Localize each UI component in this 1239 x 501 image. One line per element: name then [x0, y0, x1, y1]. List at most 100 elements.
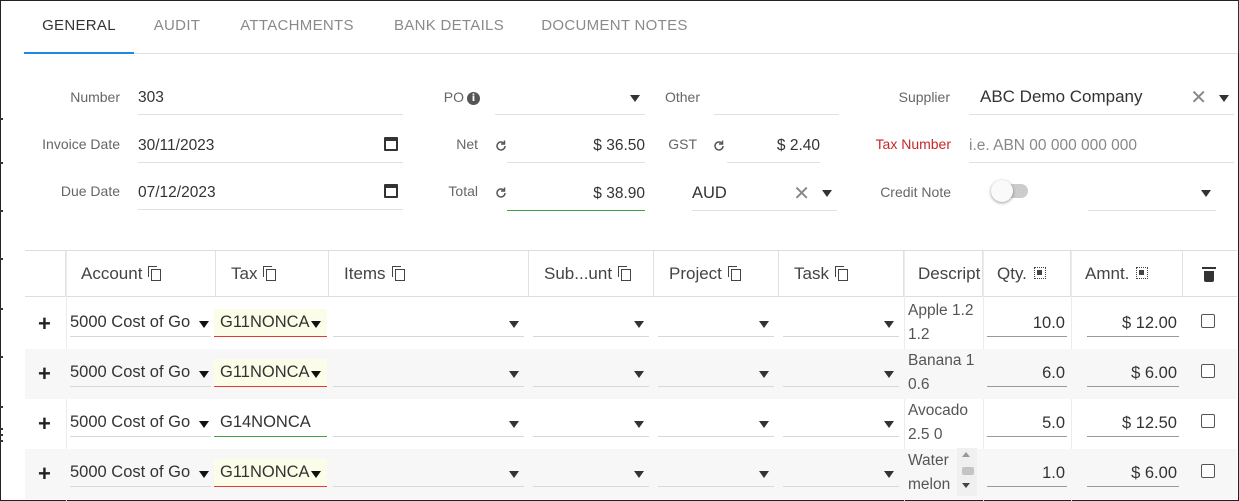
chevron-down-icon[interactable] — [822, 190, 832, 197]
chevron-down-icon[interactable] — [509, 371, 519, 378]
description-cell[interactable]: Apple 1.2 1.2 — [908, 299, 980, 347]
net-field[interactable]: $ 36.50 — [507, 127, 645, 163]
account-select[interactable]: 5000 Cost of Go — [70, 309, 211, 337]
row-checkbox[interactable] — [1201, 414, 1215, 428]
description-cell[interactable]: Avocado 2.5 0 — [908, 399, 980, 447]
tax-select[interactable]: G11NONCA — [214, 359, 327, 387]
chevron-down-icon[interactable] — [634, 471, 644, 478]
total-field[interactable]: $ 38.90 — [507, 175, 645, 211]
scroll-thumb[interactable] — [962, 467, 974, 475]
header-items[interactable]: Items — [329, 251, 529, 297]
chevron-down-icon[interactable] — [311, 371, 321, 378]
copy-icon[interactable] — [148, 266, 162, 281]
chevron-down-icon[interactable] — [759, 471, 769, 478]
chevron-down-icon[interactable] — [759, 421, 769, 428]
clear-icon[interactable]: ✕ — [1190, 88, 1207, 108]
project-select[interactable] — [658, 409, 774, 437]
refresh-icon[interactable] — [495, 140, 507, 152]
add-icon[interactable]: + — [38, 361, 51, 387]
select-all-icon[interactable] — [1136, 267, 1149, 279]
credit-note-toggle[interactable] — [991, 180, 1028, 202]
clear-icon[interactable]: ✕ — [793, 184, 810, 204]
chevron-down-icon[interactable] — [1219, 95, 1229, 102]
row-checkbox[interactable] — [1201, 464, 1215, 478]
tab-bank-details[interactable]: BANK DETAILS — [384, 0, 514, 54]
copy-icon[interactable] — [727, 266, 741, 281]
account-select[interactable]: 5000 Cost of Go — [70, 409, 211, 437]
chevron-down-icon[interactable] — [759, 371, 769, 378]
amount-input[interactable]: $ 6.00 — [1087, 359, 1179, 387]
amount-input[interactable]: $ 6.00 — [1087, 459, 1179, 487]
header-account[interactable]: Account — [66, 251, 216, 297]
invoice-date-field[interactable]: 30/11/2023 — [138, 127, 403, 163]
subaccount-select[interactable] — [533, 359, 649, 387]
amount-input[interactable]: $ 12.00 — [1087, 309, 1179, 337]
header-amount[interactable]: Amnt. — [1071, 251, 1183, 297]
row-checkbox[interactable] — [1201, 314, 1215, 328]
task-select[interactable] — [783, 309, 899, 337]
due-date-field[interactable]: 07/12/2023 — [138, 174, 403, 210]
row-checkbox[interactable] — [1201, 364, 1215, 378]
chevron-down-icon[interactable] — [199, 421, 209, 428]
tax-select[interactable]: G14NONCA — [214, 409, 327, 437]
chevron-down-icon[interactable] — [509, 471, 519, 478]
tax-select[interactable]: G11NONCA — [214, 459, 327, 487]
supplier-select[interactable]: ABC Demo Company ✕ — [969, 79, 1234, 115]
chevron-down-icon[interactable] — [759, 321, 769, 328]
add-icon[interactable]: + — [38, 461, 51, 487]
header-tax[interactable]: Tax — [216, 251, 329, 297]
currency-select[interactable]: AUD ✕ — [692, 175, 837, 211]
account-select[interactable]: 5000 Cost of Go — [70, 459, 211, 487]
copy-icon[interactable] — [618, 266, 632, 281]
tax-select[interactable]: G11NONCA — [214, 309, 327, 337]
qty-input[interactable]: 6.0 — [987, 359, 1067, 387]
project-select[interactable] — [658, 359, 774, 387]
header-project[interactable]: Project — [654, 251, 779, 297]
qty-input[interactable]: 1.0 — [987, 459, 1067, 487]
chevron-down-icon[interactable] — [634, 321, 644, 328]
description-scrollbar[interactable] — [957, 448, 977, 496]
info-icon[interactable]: i — [467, 92, 480, 105]
trash-icon[interactable] — [1202, 267, 1216, 282]
number-field[interactable]: 303 — [138, 79, 403, 115]
chevron-down-icon[interactable] — [634, 371, 644, 378]
tab-general[interactable]: GENERAL — [24, 0, 134, 54]
description-cell[interactable]: Water melon — [908, 449, 960, 497]
chevron-down-icon[interactable] — [199, 471, 209, 478]
project-select[interactable] — [658, 459, 774, 487]
calendar-icon[interactable] — [384, 184, 398, 198]
add-icon[interactable]: + — [38, 311, 51, 337]
add-icon[interactable]: + — [38, 411, 51, 437]
description-cell[interactable]: Banana 1 0.6 — [908, 349, 980, 397]
chevron-down-icon[interactable] — [884, 371, 894, 378]
other-field[interactable] — [714, 79, 839, 115]
qty-input[interactable]: 5.0 — [987, 409, 1067, 437]
copy-icon[interactable] — [263, 266, 277, 281]
chevron-down-icon[interactable] — [199, 371, 209, 378]
header-description[interactable]: Descript — [904, 251, 983, 297]
qty-input[interactable]: 10.0 — [987, 309, 1067, 337]
subaccount-select[interactable] — [533, 309, 649, 337]
credit-note-select[interactable] — [1088, 175, 1216, 211]
account-select[interactable]: 5000 Cost of Go — [70, 359, 211, 387]
refresh-icon[interactable] — [713, 140, 725, 152]
chevron-down-icon[interactable] — [311, 321, 321, 328]
chevron-down-icon[interactable] — [509, 421, 519, 428]
chevron-down-icon[interactable] — [884, 321, 894, 328]
header-subaccount[interactable]: Sub...unt — [529, 251, 654, 297]
gst-field[interactable]: $ 2.40 — [727, 127, 820, 163]
chevron-down-icon[interactable] — [634, 421, 644, 428]
calendar-icon[interactable] — [384, 137, 398, 151]
tab-audit[interactable]: AUDIT — [142, 0, 212, 54]
amount-input[interactable]: $ 12.50 — [1087, 409, 1179, 437]
items-select[interactable] — [333, 359, 524, 387]
tab-attachments[interactable]: ATTACHMENTS — [228, 0, 366, 54]
scroll-down-icon[interactable] — [962, 483, 970, 488]
tab-document-notes[interactable]: DOCUMENT NOTES — [533, 0, 696, 54]
scroll-up-icon[interactable] — [962, 452, 970, 457]
header-qty[interactable]: Qty. — [983, 251, 1071, 297]
task-select[interactable] — [783, 459, 899, 487]
items-select[interactable] — [333, 459, 524, 487]
subaccount-select[interactable] — [533, 459, 649, 487]
refresh-icon[interactable] — [495, 187, 507, 199]
